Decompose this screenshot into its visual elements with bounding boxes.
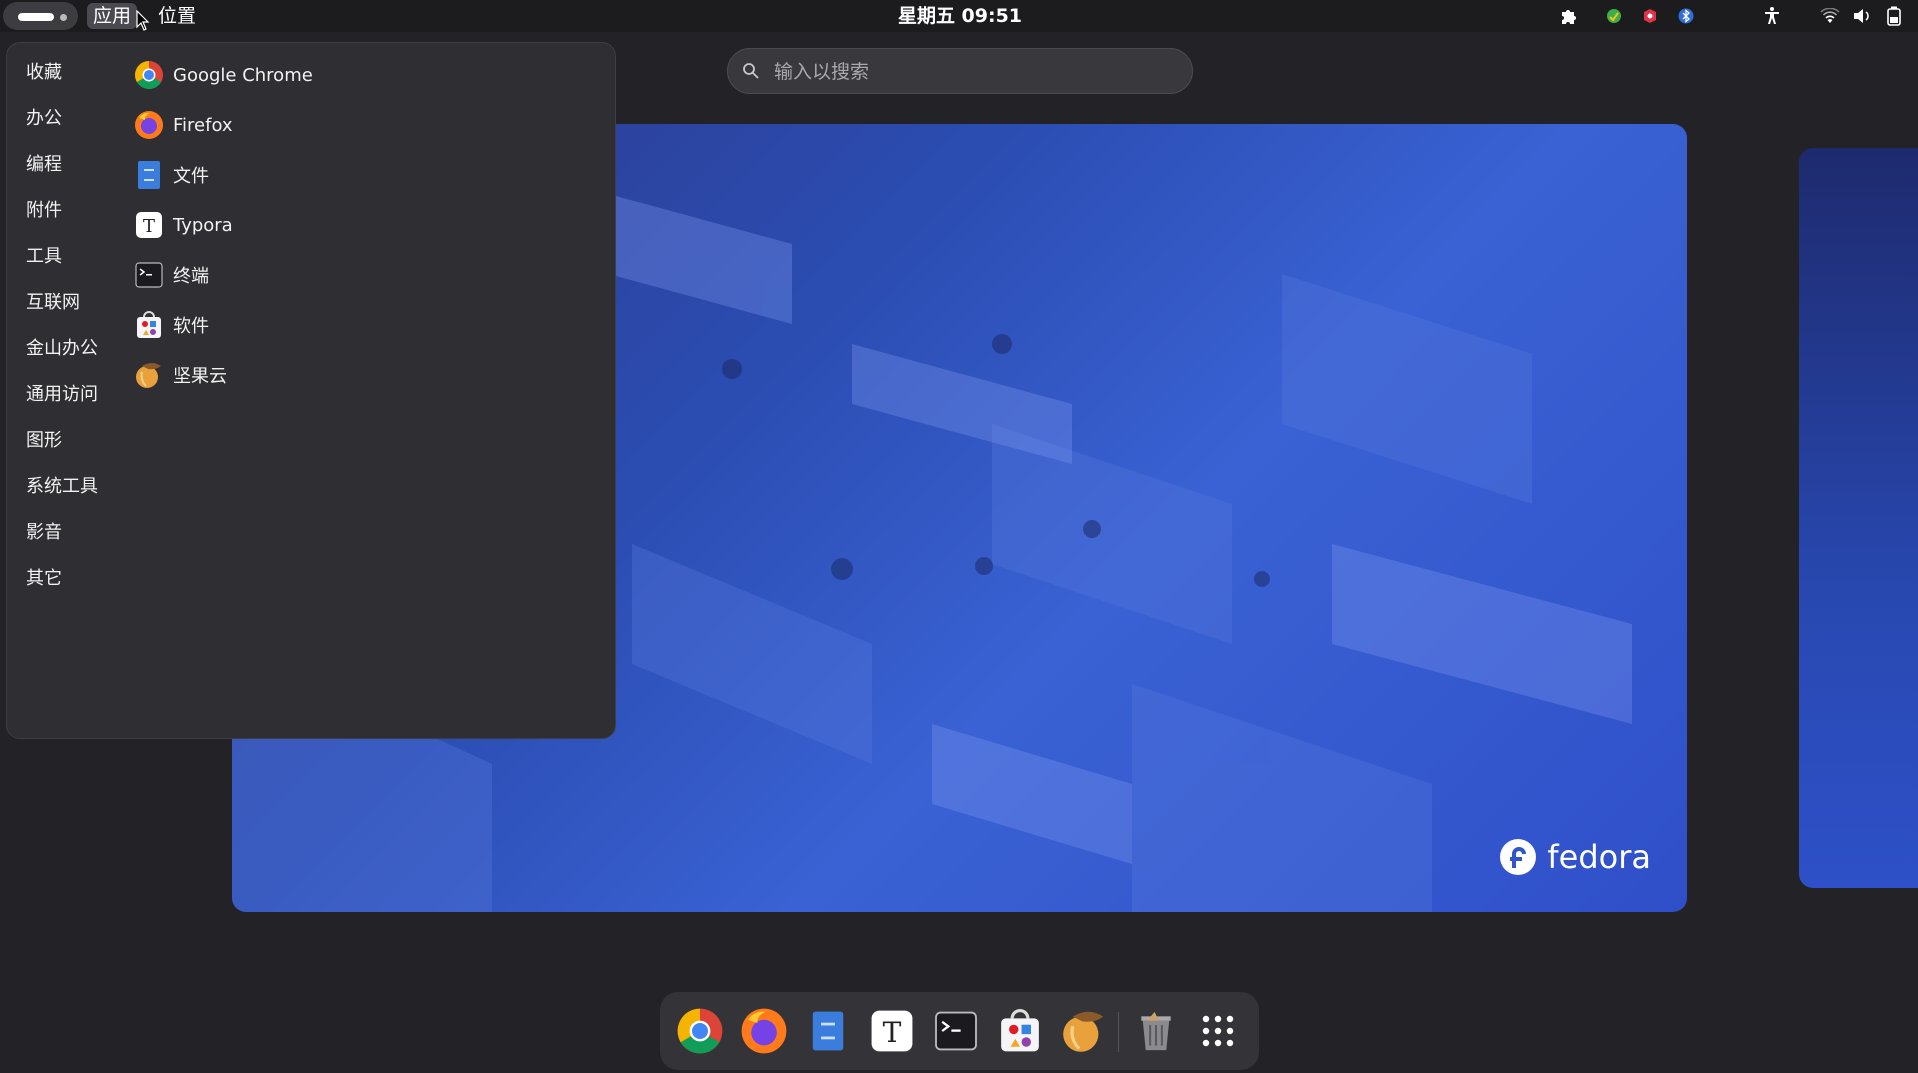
clock[interactable]: 星期五 09:51 — [880, 0, 1040, 32]
nutstore-icon[interactable] — [1058, 1005, 1110, 1057]
firefox-icon[interactable] — [738, 1005, 790, 1057]
files-icon[interactable] — [802, 1005, 854, 1057]
trash-icon[interactable] — [1130, 1005, 1182, 1057]
typora-icon[interactable]: T — [866, 1005, 918, 1057]
software-icon[interactable] — [994, 1005, 1046, 1057]
nutstore-icon — [133, 359, 165, 391]
category-other[interactable]: 其它 — [26, 566, 62, 592]
category-sound-video[interactable]: 影音 — [26, 520, 62, 546]
dash-dock: T — [660, 992, 1259, 1070]
category-accessories[interactable]: 附件 — [26, 198, 62, 224]
fedora-logo: fedora — [1499, 838, 1651, 876]
tray-app-green-icon[interactable] — [1604, 6, 1624, 26]
volume-icon[interactable] — [1850, 6, 1874, 26]
terminal-icon — [133, 259, 165, 291]
bluetooth-icon[interactable] — [1676, 6, 1696, 26]
software-icon — [133, 309, 165, 341]
files-icon — [133, 159, 165, 191]
category-universal-access[interactable]: 通用访问 — [26, 382, 98, 408]
show-apps-icon[interactable] — [1192, 1005, 1244, 1057]
app-item-label: Google Chrome — [173, 64, 313, 86]
dock-separator — [1118, 1012, 1119, 1052]
chrome-icon[interactable] — [674, 1005, 726, 1057]
category-graphics[interactable]: 图形 — [26, 428, 62, 454]
applications-menu-panel: 收藏 办公 编程 附件 工具 互联网 金山办公 通用访问 图形 系统工具 影音 … — [6, 42, 616, 739]
category-utilities[interactable]: 工具 — [26, 244, 62, 270]
search-input[interactable] — [772, 49, 1176, 95]
category-internet[interactable]: 互联网 — [26, 290, 80, 316]
next-workspace-preview[interactable] — [1799, 148, 1918, 888]
category-favorites[interactable]: 收藏 — [26, 60, 62, 86]
places-menu[interactable]: 位置 — [152, 3, 202, 29]
search-icon — [743, 63, 759, 79]
search-bar[interactable] — [727, 48, 1193, 95]
app-item-firefox[interactable]: Firefox — [133, 107, 233, 143]
activities-button[interactable] — [3, 2, 78, 30]
category-wps-office[interactable]: 金山办公 — [26, 336, 98, 362]
wifi-icon[interactable] — [1818, 6, 1842, 26]
fedora-f-icon — [1500, 839, 1537, 875]
app-item-terminal[interactable]: 终端 — [133, 257, 209, 293]
app-item-files[interactable]: 文件 — [133, 157, 209, 193]
app-item-google-chrome[interactable]: Google Chrome — [133, 57, 313, 93]
app-item-label: 坚果云 — [173, 366, 227, 387]
firefox-icon — [133, 109, 165, 141]
app-item-label: 软件 — [173, 316, 209, 337]
typora-icon: T — [133, 209, 165, 241]
active-workspace-indicator — [18, 13, 54, 21]
svg-text:T: T — [883, 1016, 902, 1049]
fedora-logo-text: fedora — [1547, 838, 1651, 876]
chrome-icon — [133, 59, 165, 91]
terminal-icon[interactable] — [930, 1005, 982, 1057]
app-item-typora[interactable]: T Typora — [133, 207, 233, 243]
category-programming[interactable]: 编程 — [26, 152, 62, 178]
app-item-label: 文件 — [173, 166, 209, 187]
svg-text:T: T — [143, 216, 155, 237]
mouse-cursor-icon — [136, 10, 150, 31]
extensions-icon[interactable] — [1556, 6, 1582, 26]
app-item-label: Firefox — [173, 114, 233, 136]
app-item-nutstore[interactable]: 坚果云 — [133, 357, 227, 393]
category-system-tools[interactable]: 系统工具 — [26, 474, 98, 500]
app-item-label: Typora — [173, 214, 233, 236]
category-office[interactable]: 办公 — [26, 106, 62, 132]
battery-icon[interactable] — [1882, 6, 1906, 26]
top-bar: 应用 位置 星期五 09:51 — [0, 0, 1918, 32]
app-item-label: 终端 — [173, 266, 209, 287]
accessibility-icon[interactable] — [1760, 6, 1784, 26]
app-item-software[interactable]: 软件 — [133, 307, 209, 343]
tray-app-red-icon[interactable] — [1640, 6, 1660, 26]
inactive-workspace-indicator — [60, 14, 67, 21]
applications-menu[interactable]: 应用 — [87, 3, 138, 29]
